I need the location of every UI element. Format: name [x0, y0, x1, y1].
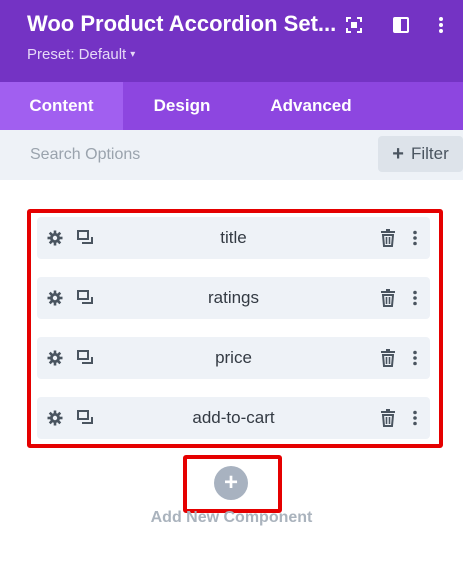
more-vertical-icon[interactable] — [430, 14, 452, 36]
tab-design[interactable]: Design — [123, 82, 241, 130]
component-label: title — [220, 228, 247, 247]
tab-content[interactable]: Content — [0, 82, 123, 130]
duplicate-icon[interactable] — [75, 348, 95, 368]
gear-icon[interactable] — [45, 348, 65, 368]
gear-icon[interactable] — [45, 228, 65, 248]
caret-down-icon: ▾ — [130, 49, 136, 60]
component-item-title[interactable]: title — [37, 217, 430, 259]
module-header: Woo Product Accordion Set... Preset: Def… — [0, 0, 463, 82]
component-item-ratings[interactable]: ratings — [37, 277, 430, 319]
tab-bar: Content Design Advanced — [0, 82, 463, 130]
component-label: ratings — [207, 288, 260, 307]
duplicate-icon[interactable] — [75, 288, 95, 308]
filter-label: Filter — [410, 144, 449, 163]
component-item-price[interactable]: price — [37, 337, 430, 379]
sidebar-toggle-icon[interactable] — [390, 14, 412, 36]
add-component-button[interactable]: + — [214, 466, 248, 500]
trash-icon[interactable] — [378, 408, 398, 428]
plus-icon: + — [223, 469, 238, 496]
trash-icon[interactable] — [378, 288, 398, 308]
gear-icon[interactable] — [45, 288, 65, 308]
more-vertical-icon[interactable] — [405, 228, 425, 248]
more-vertical-icon[interactable] — [405, 288, 425, 308]
more-vertical-icon[interactable] — [405, 408, 425, 428]
trash-icon[interactable] — [378, 228, 398, 248]
preset-label: Preset: Default — [27, 46, 127, 63]
duplicate-icon[interactable] — [75, 228, 95, 248]
filter-button[interactable]: + Filter — [378, 136, 463, 172]
module-title: Woo Product Accordion Set... — [27, 11, 337, 36]
focus-icon[interactable] — [343, 14, 365, 36]
component-label: price — [215, 348, 252, 367]
component-item-add-to-cart[interactable]: add-to-cart — [37, 397, 430, 439]
trash-icon[interactable] — [378, 348, 398, 368]
preset-selector[interactable]: Preset: Default ▾ — [27, 46, 135, 63]
search-input[interactable] — [30, 143, 330, 167]
plus-icon: + — [392, 143, 404, 165]
component-label: add-to-cart — [192, 408, 275, 427]
gear-icon[interactable] — [45, 408, 65, 428]
tab-advanced[interactable]: Advanced — [241, 82, 381, 130]
duplicate-icon[interactable] — [75, 408, 95, 428]
more-vertical-icon[interactable] — [405, 348, 425, 368]
add-component-label[interactable]: Add New Component — [0, 509, 463, 527]
